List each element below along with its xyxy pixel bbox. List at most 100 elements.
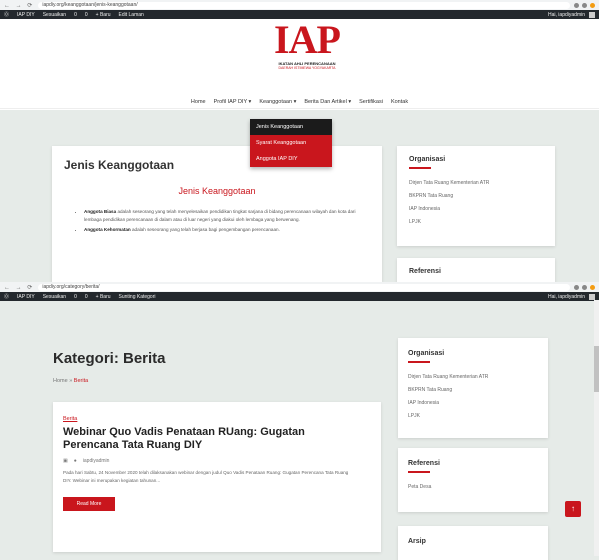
wp-admin-bar: ⓪ IAP DIY Sesuaikan 0 0 + Baru Sunting K… — [0, 292, 599, 301]
widget-link[interactable]: LPJK — [409, 216, 543, 229]
scrollbar-thumb[interactable] — [594, 346, 599, 392]
dropdown-item-anggota[interactable]: Anggota IAP DIY — [250, 151, 332, 167]
admin-new[interactable]: + Baru — [96, 12, 111, 18]
admin-edit-page[interactable]: Edit Laman — [119, 12, 144, 18]
admin-comments[interactable]: 0 — [85, 12, 88, 18]
dropdown-item-jenis[interactable]: Jenis Keanggotaan — [250, 119, 332, 135]
user-icon: ● — [73, 458, 77, 464]
avatar[interactable] — [589, 293, 595, 300]
organisasi-widget: Organisasi Dirjen Tata Ruang Kementerian… — [398, 338, 548, 438]
admin-customize[interactable]: Sesuaikan — [43, 12, 66, 18]
admin-updates[interactable]: 0 — [74, 294, 77, 300]
extension-icon[interactable] — [574, 284, 579, 290]
admin-account[interactable]: Hai, iapdiyadmin — [548, 293, 595, 300]
admin-comments[interactable]: 0 — [85, 294, 88, 300]
breadcrumb-current: Berita — [73, 378, 89, 384]
widget-link[interactable]: Dirjen Tata Ruang Kementerian ATR — [409, 177, 543, 190]
admin-greeting[interactable]: Hai, iapdiyadmin — [548, 294, 585, 300]
admin-updates[interactable]: 0 — [74, 12, 77, 18]
admin-edit-category[interactable]: Sunting Kategori — [119, 294, 156, 300]
main-navigation: Home Profil IAP DIY ▾ Keanggotaan ▾ Beri… — [0, 96, 599, 109]
keanggotaan-dropdown: Jenis Keanggotaan Syarat Keanggotaan Ang… — [250, 119, 332, 167]
screenshot-kategori-berita: ← → ⟳ iapdiy.org/category/berita/ ⓪ IAP … — [0, 282, 599, 560]
profile-icon[interactable] — [590, 284, 595, 290]
admin-customize[interactable]: Sesuaikan — [43, 294, 66, 300]
admin-account[interactable]: Hai, iapdiyadmin — [548, 11, 595, 18]
menu-berita[interactable]: Berita Dan Artikel ▾ — [304, 99, 351, 105]
calendar-icon: ▣ — [63, 458, 68, 464]
admin-site-name[interactable]: IAP DIY — [17, 294, 35, 300]
post-card: Berita Webinar Quo Vadis Penataan RUang:… — [53, 402, 381, 552]
list-item: Anggota Biasa adalah seseorang yang tela… — [84, 208, 370, 224]
widget-title: Organisasi — [409, 156, 446, 163]
admin-greeting[interactable]: Hai, iapdiyadmin — [548, 12, 585, 18]
avatar[interactable] — [589, 11, 595, 18]
browser-toolbar: ← → ⟳ iapdiy.org/keanggotaan/jenis-keang… — [0, 0, 599, 10]
membership-list: Anggota Biasa adalah seseorang yang tela… — [64, 208, 370, 234]
back-to-top-button[interactable]: ↑ — [565, 501, 581, 517]
post-title[interactable]: Webinar Quo Vadis Penataan RUang: Gugata… — [63, 426, 353, 452]
menu-profil[interactable]: Profil IAP DIY ▾ — [214, 99, 252, 105]
widget-title: Referensi — [409, 268, 441, 275]
scrollbar[interactable] — [594, 300, 599, 556]
dropdown-item-syarat[interactable]: Syarat Keanggotaan — [250, 135, 332, 151]
widget-links: Peta Desa — [408, 481, 538, 494]
menu-sertifikasi[interactable]: Sertifikasi — [359, 99, 383, 105]
menu-home[interactable]: Home — [191, 99, 206, 105]
menu-keanggotaan[interactable]: Keanggotaan ▾ — [259, 99, 296, 105]
extension-icon[interactable] — [574, 2, 579, 8]
address-bar[interactable]: iapdiy.org/category/berita/ — [38, 283, 570, 291]
extension-icon[interactable] — [582, 2, 587, 8]
widget-underline — [408, 361, 430, 363]
widget-link[interactable]: LPJK — [408, 410, 538, 423]
widget-links: Dirjen Tata Ruang Kementerian ATR BKPRN … — [409, 177, 543, 229]
logo-subtitle-2: DAERAH ISTIMEWA YOGYAKARTA — [278, 66, 336, 70]
site-header: IAP IKATAN AHLI PERENCANAAN DAERAH ISTIM… — [0, 19, 599, 85]
widget-title: Arsip — [408, 538, 426, 545]
browser-nav-icons[interactable]: ← → ⟳ — [4, 2, 34, 9]
widget-link[interactable]: BKPRN Tata Ruang — [408, 384, 538, 397]
menu-kontak[interactable]: Kontak — [391, 99, 408, 105]
widget-link[interactable]: Dirjen Tata Ruang Kementerian ATR — [408, 371, 538, 384]
term-description: adalah seseorang yang telah berjasa bagi… — [130, 227, 280, 232]
page-content-card: Jenis Keanggotaan Jenis Keanggotaan Angg… — [52, 146, 382, 282]
extension-icon[interactable] — [582, 284, 587, 290]
post-category-link[interactable]: Berita — [63, 416, 371, 422]
widget-underline — [408, 471, 430, 473]
widget-links: Dirjen Tata Ruang Kementerian ATR BKPRN … — [408, 371, 538, 423]
referensi-widget: Referensi — [397, 258, 555, 282]
widget-title: Organisasi — [408, 350, 445, 357]
wp-logo-icon[interactable]: ⓪ — [4, 11, 9, 18]
widget-underline — [409, 167, 431, 169]
widget-link[interactable]: Peta Desa — [408, 481, 538, 494]
post-excerpt: Pada hari Sabtu, 24 November 2020 telah … — [63, 470, 349, 483]
wp-logo-icon[interactable]: ⓪ — [4, 293, 9, 300]
address-bar[interactable]: iapdiy.org/keanggotaan/jenis-keanggotaan… — [38, 1, 570, 9]
site-logo[interactable]: IAP IKATAN AHLI PERENCANAAN DAERAH ISTIM… — [271, 17, 343, 71]
content-heading: Jenis Keanggotaan — [178, 186, 256, 196]
arsip-widget: Arsip — [398, 526, 548, 560]
list-item: Anggota Kehormatan adalah seseorang yang… — [84, 226, 370, 234]
profile-icon[interactable] — [590, 2, 595, 8]
logo-text: IAP — [274, 17, 341, 62]
admin-site-name[interactable]: IAP DIY — [17, 12, 35, 18]
term-label: Anggota Kehormatan — [84, 227, 131, 232]
widget-link[interactable]: IAP Indonesia — [408, 397, 538, 410]
organisasi-widget: Organisasi Dirjen Tata Ruang Kementerian… — [397, 146, 555, 246]
browser-extensions — [574, 2, 595, 8]
admin-new[interactable]: + Baru — [96, 294, 111, 300]
browser-toolbar: ← → ⟳ iapdiy.org/category/berita/ — [0, 282, 599, 292]
post-meta: ▣ ● iapdiyadmin — [63, 458, 371, 464]
screenshot-keanggotaan: ← → ⟳ iapdiy.org/keanggotaan/jenis-keang… — [0, 0, 599, 282]
term-label: Anggota Biasa — [84, 209, 117, 214]
post-author[interactable]: iapdiyadmin — [83, 458, 110, 464]
breadcrumb-home[interactable]: Home — [53, 378, 68, 384]
widget-link[interactable]: BKPRN Tata Ruang — [409, 190, 543, 203]
widget-link[interactable]: IAP Indonesia — [409, 203, 543, 216]
browser-nav-icons[interactable]: ← → ⟳ — [4, 284, 34, 291]
breadcrumb: Home » Berita — [53, 378, 88, 384]
term-description: adalah seseorang yang telah menyelesaika… — [84, 209, 356, 222]
read-more-button[interactable]: Read More — [63, 497, 115, 511]
referensi-widget: Referensi Peta Desa — [398, 448, 548, 512]
page-title: Kategori: Berita — [53, 350, 166, 367]
